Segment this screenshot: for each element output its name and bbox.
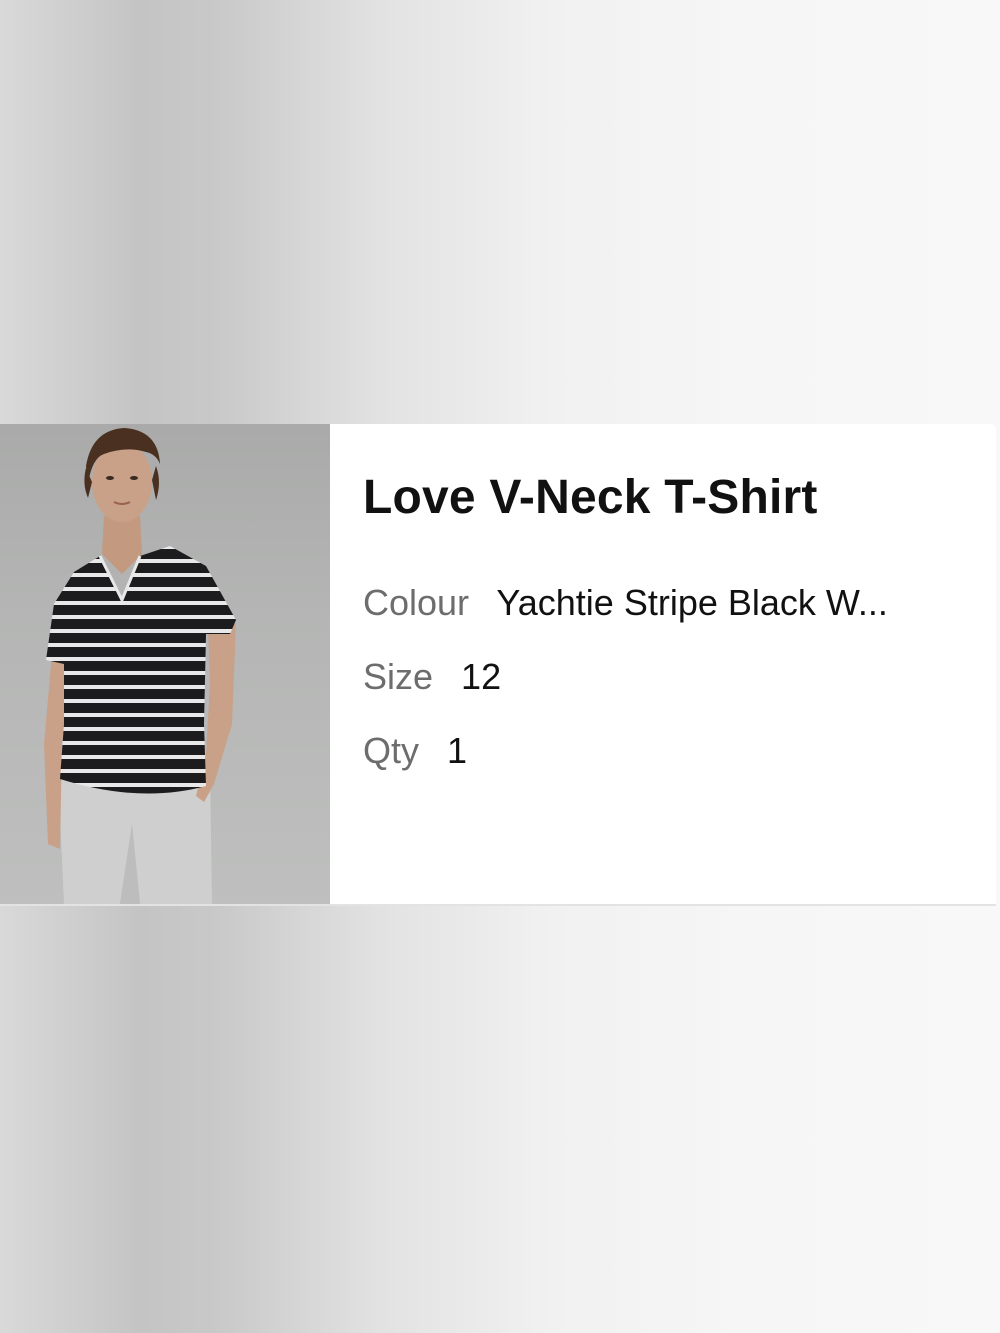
product-title[interactable]: Love V-Neck T-Shirt [363, 468, 996, 528]
qty-label: Qty [363, 730, 420, 771]
colour-value: Yachtie Stripe Black W... [496, 582, 888, 623]
product-image[interactable] [0, 424, 330, 904]
size-label: Size [363, 656, 434, 697]
colour-label: Colour [363, 582, 470, 623]
size-value: 12 [461, 656, 502, 697]
size-row: Size 12 [363, 654, 996, 700]
qty-value: 1 [447, 730, 468, 771]
colour-row: Colour Yachtie Stripe Black W... [363, 580, 996, 626]
cart-item-card[interactable]: Love V-Neck T-Shirt Colour Yachtie Strip… [0, 424, 996, 906]
qty-row: Qty 1 [363, 728, 996, 774]
product-details: Love V-Neck T-Shirt Colour Yachtie Strip… [330, 424, 996, 904]
